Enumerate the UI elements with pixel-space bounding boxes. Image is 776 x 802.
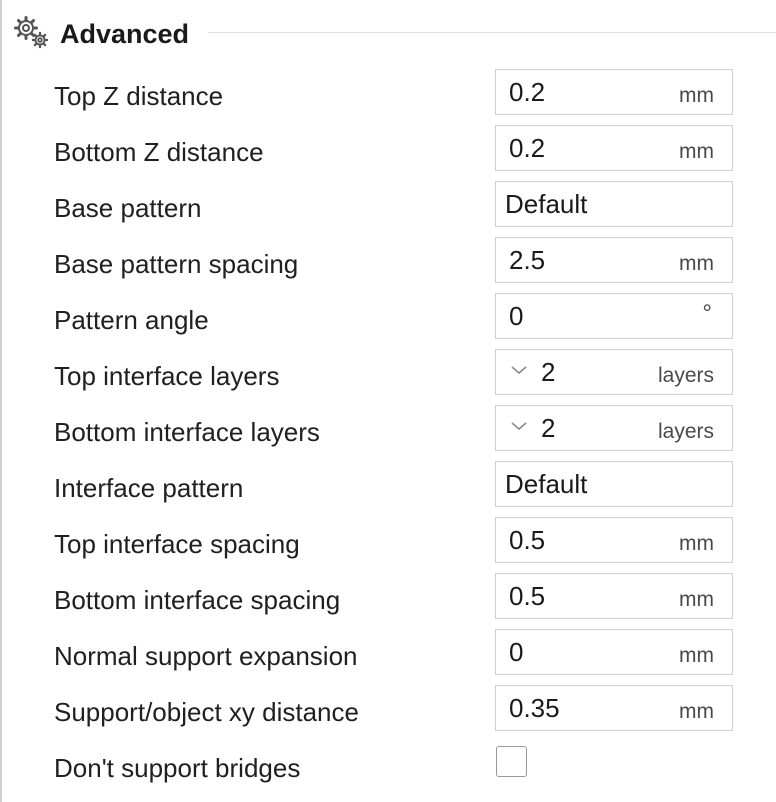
field-unit: layers	[657, 420, 714, 443]
field-value: 0	[509, 301, 524, 331]
field-unit: mm	[679, 700, 714, 723]
chevron-down-icon[interactable]	[510, 418, 528, 436]
field-value: 0.2	[509, 77, 546, 107]
setting-label: Pattern angle	[54, 305, 209, 335]
setting-label: Bottom Z distance	[54, 137, 264, 167]
setting-label: Interface pattern	[54, 473, 244, 503]
setting-label: Don't support bridges	[54, 753, 301, 783]
setting-row-interface-pattern: Interface pattern Default	[2, 460, 776, 516]
field-value: 2.5	[509, 245, 546, 275]
setting-row-base-pattern: Base pattern Default	[2, 180, 776, 236]
base-pattern-select[interactable]: Default	[495, 181, 733, 227]
dont-support-bridges-checkbox[interactable]	[496, 746, 527, 777]
field-value: 0.2	[509, 133, 546, 163]
field-unit: mm	[679, 252, 714, 275]
bottom-z-distance-input[interactable]: 0.2 mm	[495, 125, 733, 171]
setting-row-bottom-interface-spacing: Bottom interface spacing 0.5 mm	[2, 572, 776, 628]
base-pattern-spacing-input[interactable]: 2.5 mm	[495, 237, 733, 283]
setting-label: Top interface layers	[54, 361, 280, 391]
section-title: Advanced	[60, 19, 190, 49]
advanced-settings-panel: Advanced Top Z distance 0.2 mm Bottom Z …	[0, 0, 776, 802]
top-interface-spacing-input[interactable]: 0.5 mm	[495, 517, 733, 563]
setting-row-top-z-distance: Top Z distance 0.2 mm	[2, 68, 776, 124]
setting-label: Base pattern spacing	[54, 249, 299, 279]
support-object-xy-distance-input[interactable]: 0.35 mm	[495, 685, 733, 731]
chevron-down-icon[interactable]	[510, 362, 528, 380]
bottom-interface-layers-spinner[interactable]: 2 layers	[495, 405, 733, 451]
field-unit: mm	[679, 84, 714, 107]
setting-row-pattern-angle: Pattern angle 0 °	[2, 292, 776, 348]
interface-pattern-select[interactable]: Default	[495, 461, 733, 507]
setting-label: Normal support expansion	[54, 641, 358, 671]
top-interface-layers-spinner[interactable]: 2 layers	[495, 349, 733, 395]
field-unit: layers	[657, 364, 714, 387]
field-value: 0	[509, 637, 524, 667]
setting-row-bottom-interface-layers: Bottom interface layers 2 layers	[2, 404, 776, 460]
field-value: 2	[541, 357, 556, 387]
section-header: Advanced	[2, 0, 776, 66]
top-z-distance-input[interactable]: 0.2 mm	[495, 69, 733, 115]
field-unit: mm	[679, 532, 714, 555]
field-unit: °	[702, 300, 712, 327]
field-unit: mm	[679, 588, 714, 611]
pattern-angle-input[interactable]: 0 °	[495, 293, 733, 339]
setting-label: Bottom interface layers	[54, 417, 320, 447]
setting-row-base-pattern-spacing: Base pattern spacing 2.5 mm	[2, 236, 776, 292]
setting-label: Support/object xy distance	[54, 697, 359, 727]
bottom-interface-spacing-input[interactable]: 0.5 mm	[495, 573, 733, 619]
gear-icon	[14, 16, 49, 49]
setting-row-top-interface-layers: Top interface layers 2 layers	[2, 348, 776, 404]
field-value: Default	[505, 469, 588, 499]
setting-row-bottom-z-distance: Bottom Z distance 0.2 mm	[2, 124, 776, 180]
normal-support-expansion-input[interactable]: 0 mm	[495, 629, 733, 675]
field-value: 0.5	[509, 581, 546, 611]
setting-label: Top Z distance	[54, 81, 224, 111]
setting-label: Top interface spacing	[54, 529, 300, 559]
field-value: 2	[541, 413, 556, 443]
setting-row-support-object-xy-distance: Support/object xy distance 0.35 mm	[2, 684, 776, 740]
setting-row-normal-support-expansion: Normal support expansion 0 mm	[2, 628, 776, 684]
setting-label: Bottom interface spacing	[54, 585, 341, 615]
field-unit: mm	[679, 644, 714, 667]
field-unit: mm	[679, 140, 714, 163]
setting-row-top-interface-spacing: Top interface spacing 0.5 mm	[2, 516, 776, 572]
setting-row-dont-support-bridges: Don't support bridges	[2, 742, 776, 798]
field-value: Default	[505, 189, 588, 219]
section-divider	[208, 32, 776, 33]
setting-label: Base pattern	[54, 193, 202, 223]
field-value: 0.5	[509, 525, 546, 555]
field-value: 0.35	[509, 693, 560, 723]
